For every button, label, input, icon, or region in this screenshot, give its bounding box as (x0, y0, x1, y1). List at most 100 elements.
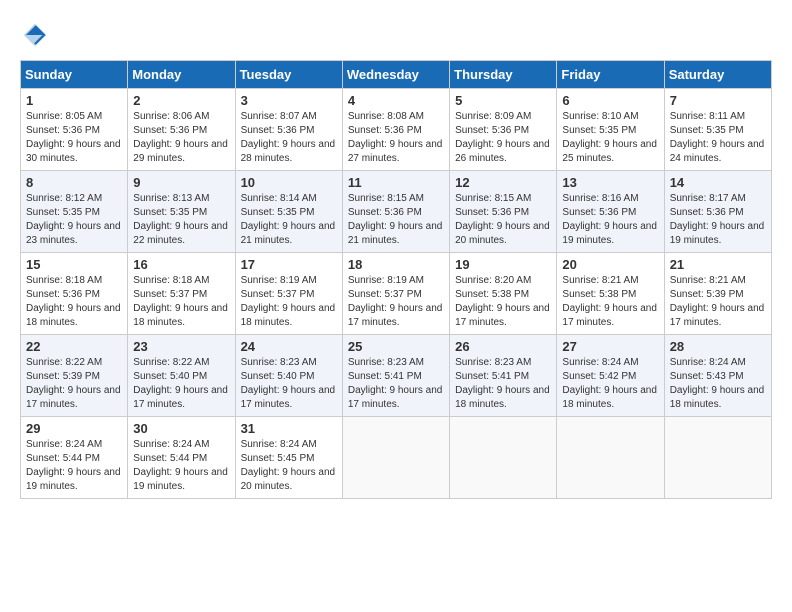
calendar-day-cell: 6 Sunrise: 8:10 AMSunset: 5:35 PMDayligh… (557, 89, 664, 171)
day-number: 14 (670, 175, 766, 190)
day-info: Sunrise: 8:22 AMSunset: 5:39 PMDaylight:… (26, 357, 121, 410)
day-of-week-header: Wednesday (342, 61, 449, 89)
calendar-day-cell: 13 Sunrise: 8:16 AMSunset: 5:36 PMDaylig… (557, 171, 664, 253)
calendar-day-cell: 23 Sunrise: 8:22 AMSunset: 5:40 PMDaylig… (128, 335, 235, 417)
day-info: Sunrise: 8:24 AMSunset: 5:45 PMDaylight:… (241, 439, 336, 492)
calendar-day-cell: 16 Sunrise: 8:18 AMSunset: 5:37 PMDaylig… (128, 253, 235, 335)
calendar-table: SundayMondayTuesdayWednesdayThursdayFrid… (20, 60, 772, 499)
day-info: Sunrise: 8:23 AMSunset: 5:40 PMDaylight:… (241, 357, 336, 410)
day-number: 17 (241, 257, 337, 272)
day-number: 28 (670, 339, 766, 354)
calendar-day-cell: 8 Sunrise: 8:12 AMSunset: 5:35 PMDayligh… (21, 171, 128, 253)
calendar-day-cell: 20 Sunrise: 8:21 AMSunset: 5:38 PMDaylig… (557, 253, 664, 335)
day-number: 9 (133, 175, 229, 190)
calendar-day-cell: 1 Sunrise: 8:05 AMSunset: 5:36 PMDayligh… (21, 89, 128, 171)
calendar-day-cell: 3 Sunrise: 8:07 AMSunset: 5:36 PMDayligh… (235, 89, 342, 171)
day-number: 30 (133, 421, 229, 436)
day-info: Sunrise: 8:21 AMSunset: 5:38 PMDaylight:… (562, 275, 657, 328)
calendar-day-cell: 9 Sunrise: 8:13 AMSunset: 5:35 PMDayligh… (128, 171, 235, 253)
day-number: 1 (26, 93, 122, 108)
calendar-week-row: 29 Sunrise: 8:24 AMSunset: 5:44 PMDaylig… (21, 417, 772, 499)
day-info: Sunrise: 8:13 AMSunset: 5:35 PMDaylight:… (133, 193, 228, 246)
calendar-day-cell (664, 417, 771, 499)
day-info: Sunrise: 8:18 AMSunset: 5:36 PMDaylight:… (26, 275, 121, 328)
calendar-day-cell: 5 Sunrise: 8:09 AMSunset: 5:36 PMDayligh… (450, 89, 557, 171)
calendar-day-cell: 21 Sunrise: 8:21 AMSunset: 5:39 PMDaylig… (664, 253, 771, 335)
calendar-day-cell: 25 Sunrise: 8:23 AMSunset: 5:41 PMDaylig… (342, 335, 449, 417)
day-info: Sunrise: 8:24 AMSunset: 5:42 PMDaylight:… (562, 357, 657, 410)
day-number: 12 (455, 175, 551, 190)
calendar-day-cell: 17 Sunrise: 8:19 AMSunset: 5:37 PMDaylig… (235, 253, 342, 335)
day-number: 27 (562, 339, 658, 354)
calendar-day-cell: 30 Sunrise: 8:24 AMSunset: 5:44 PMDaylig… (128, 417, 235, 499)
day-of-week-header: Saturday (664, 61, 771, 89)
day-info: Sunrise: 8:07 AMSunset: 5:36 PMDaylight:… (241, 111, 336, 164)
day-info: Sunrise: 8:11 AMSunset: 5:35 PMDaylight:… (670, 111, 765, 164)
day-number: 3 (241, 93, 337, 108)
logo (20, 20, 54, 50)
calendar-day-cell: 27 Sunrise: 8:24 AMSunset: 5:42 PMDaylig… (557, 335, 664, 417)
calendar-day-cell: 15 Sunrise: 8:18 AMSunset: 5:36 PMDaylig… (21, 253, 128, 335)
logo-icon (20, 20, 50, 50)
day-number: 10 (241, 175, 337, 190)
day-number: 5 (455, 93, 551, 108)
calendar-week-row: 22 Sunrise: 8:22 AMSunset: 5:39 PMDaylig… (21, 335, 772, 417)
calendar-day-cell: 29 Sunrise: 8:24 AMSunset: 5:44 PMDaylig… (21, 417, 128, 499)
day-number: 26 (455, 339, 551, 354)
day-number: 6 (562, 93, 658, 108)
calendar-header-row: SundayMondayTuesdayWednesdayThursdayFrid… (21, 61, 772, 89)
calendar-day-cell (557, 417, 664, 499)
page-header (20, 20, 772, 50)
calendar-week-row: 15 Sunrise: 8:18 AMSunset: 5:36 PMDaylig… (21, 253, 772, 335)
day-info: Sunrise: 8:17 AMSunset: 5:36 PMDaylight:… (670, 193, 765, 246)
calendar-day-cell: 4 Sunrise: 8:08 AMSunset: 5:36 PMDayligh… (342, 89, 449, 171)
day-info: Sunrise: 8:24 AMSunset: 5:44 PMDaylight:… (26, 439, 121, 492)
day-info: Sunrise: 8:05 AMSunset: 5:36 PMDaylight:… (26, 111, 121, 164)
day-info: Sunrise: 8:19 AMSunset: 5:37 PMDaylight:… (241, 275, 336, 328)
day-number: 4 (348, 93, 444, 108)
day-number: 24 (241, 339, 337, 354)
day-info: Sunrise: 8:22 AMSunset: 5:40 PMDaylight:… (133, 357, 228, 410)
calendar-day-cell: 12 Sunrise: 8:15 AMSunset: 5:36 PMDaylig… (450, 171, 557, 253)
calendar-day-cell (342, 417, 449, 499)
day-info: Sunrise: 8:21 AMSunset: 5:39 PMDaylight:… (670, 275, 765, 328)
calendar-day-cell: 22 Sunrise: 8:22 AMSunset: 5:39 PMDaylig… (21, 335, 128, 417)
day-info: Sunrise: 8:16 AMSunset: 5:36 PMDaylight:… (562, 193, 657, 246)
day-info: Sunrise: 8:06 AMSunset: 5:36 PMDaylight:… (133, 111, 228, 164)
calendar-day-cell: 2 Sunrise: 8:06 AMSunset: 5:36 PMDayligh… (128, 89, 235, 171)
day-info: Sunrise: 8:14 AMSunset: 5:35 PMDaylight:… (241, 193, 336, 246)
day-number: 8 (26, 175, 122, 190)
day-number: 7 (670, 93, 766, 108)
calendar-day-cell: 31 Sunrise: 8:24 AMSunset: 5:45 PMDaylig… (235, 417, 342, 499)
calendar-day-cell: 24 Sunrise: 8:23 AMSunset: 5:40 PMDaylig… (235, 335, 342, 417)
day-number: 19 (455, 257, 551, 272)
calendar-day-cell: 28 Sunrise: 8:24 AMSunset: 5:43 PMDaylig… (664, 335, 771, 417)
day-of-week-header: Sunday (21, 61, 128, 89)
day-number: 18 (348, 257, 444, 272)
calendar-day-cell: 11 Sunrise: 8:15 AMSunset: 5:36 PMDaylig… (342, 171, 449, 253)
day-number: 11 (348, 175, 444, 190)
calendar-day-cell: 26 Sunrise: 8:23 AMSunset: 5:41 PMDaylig… (450, 335, 557, 417)
day-info: Sunrise: 8:12 AMSunset: 5:35 PMDaylight:… (26, 193, 121, 246)
calendar-day-cell: 19 Sunrise: 8:20 AMSunset: 5:38 PMDaylig… (450, 253, 557, 335)
calendar-week-row: 1 Sunrise: 8:05 AMSunset: 5:36 PMDayligh… (21, 89, 772, 171)
day-number: 31 (241, 421, 337, 436)
day-number: 20 (562, 257, 658, 272)
day-of-week-header: Monday (128, 61, 235, 89)
day-number: 13 (562, 175, 658, 190)
day-number: 22 (26, 339, 122, 354)
calendar-day-cell: 10 Sunrise: 8:14 AMSunset: 5:35 PMDaylig… (235, 171, 342, 253)
day-info: Sunrise: 8:10 AMSunset: 5:35 PMDaylight:… (562, 111, 657, 164)
day-number: 21 (670, 257, 766, 272)
day-info: Sunrise: 8:19 AMSunset: 5:37 PMDaylight:… (348, 275, 443, 328)
day-info: Sunrise: 8:24 AMSunset: 5:44 PMDaylight:… (133, 439, 228, 492)
calendar-week-row: 8 Sunrise: 8:12 AMSunset: 5:35 PMDayligh… (21, 171, 772, 253)
day-of-week-header: Tuesday (235, 61, 342, 89)
calendar-day-cell: 18 Sunrise: 8:19 AMSunset: 5:37 PMDaylig… (342, 253, 449, 335)
day-info: Sunrise: 8:09 AMSunset: 5:36 PMDaylight:… (455, 111, 550, 164)
day-number: 29 (26, 421, 122, 436)
day-number: 25 (348, 339, 444, 354)
day-info: Sunrise: 8:20 AMSunset: 5:38 PMDaylight:… (455, 275, 550, 328)
day-number: 16 (133, 257, 229, 272)
calendar-day-cell (450, 417, 557, 499)
